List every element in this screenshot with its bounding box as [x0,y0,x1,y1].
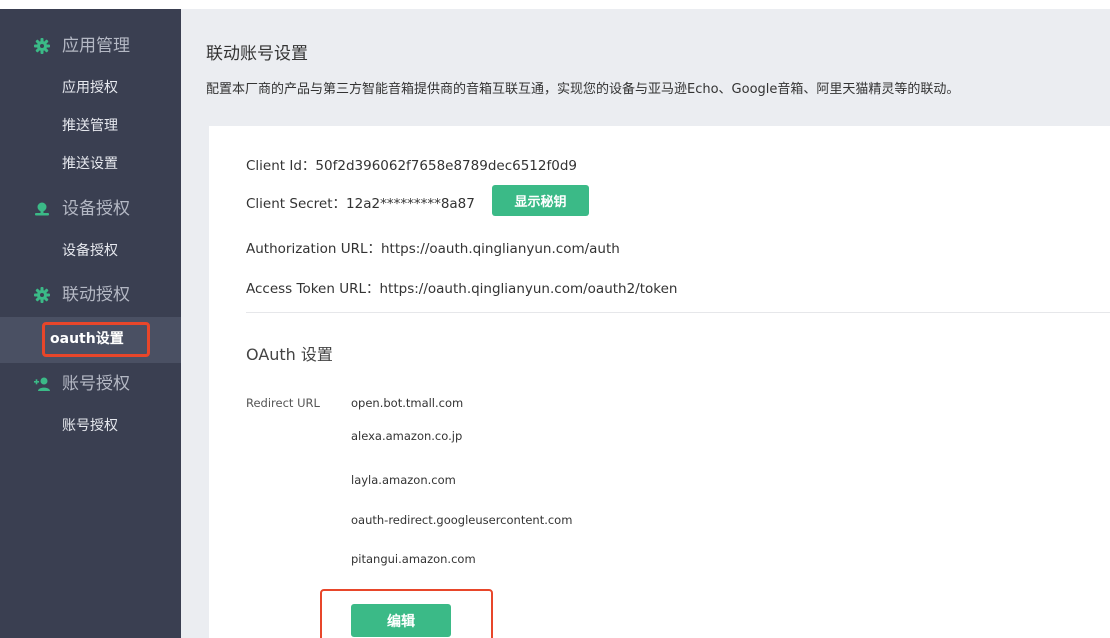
redirect-url-item: alexa.amazon.co.jp [351,429,463,443]
sidebar-group-label: 账号授权 [62,374,130,394]
redirect-url-label: Redirect URL [246,396,320,410]
client-secret-text: Client Secret：12a2*********8a87 [246,196,475,212]
sidebar-group-label: 联动授权 [62,285,130,305]
sidebar-item-device-auth[interactable]: 设备授权 [0,232,181,270]
sidebar-item-label: 推送设置 [62,156,118,172]
sidebar-group-account-auth[interactable]: 账号授权 [0,364,181,404]
sidebar-group-device-auth[interactable]: 设备授权 [0,189,181,229]
user-add-icon [34,377,50,391]
oauth-section-title: OAuth 设置 [246,345,333,364]
page-title: 联动账号设置 [206,44,308,64]
sidebar-item-account-auth[interactable]: 账号授权 [0,407,181,445]
sidebar-group-linkage-auth[interactable]: 联动授权 [0,275,181,315]
authorization-url-text: Authorization URL：https://oauth.qinglian… [246,241,620,257]
main-content: 联动账号设置 配置本厂商的产品与第三方智能音箱提供商的音箱互联互通，实现您的设备… [181,9,1110,638]
redirect-url-item: pitangui.amazon.com [351,552,476,566]
gear-icon [34,287,50,303]
device-icon [35,202,49,216]
settings-panel: Client Id：50f2d396062f7658e8789dec6512f0… [209,126,1110,638]
sidebar-item-push-management[interactable]: 推送管理 [0,107,181,145]
sidebar-item-label: 推送管理 [62,118,118,134]
redirect-url-item: layla.amazon.com [351,473,456,487]
sidebar-item-label: 设备授权 [62,243,118,259]
sidebar-item-push-settings[interactable]: 推送设置 [0,145,181,183]
sidebar-item-label: 应用授权 [62,80,118,96]
sidebar-group-label: 设备授权 [62,199,130,219]
top-strip [0,0,1110,9]
redirect-url-item: open.bot.tmall.com [351,396,464,410]
page-description: 配置本厂商的产品与第三方智能音箱提供商的音箱互联互通，实现您的设备与亚马逊Ech… [206,82,960,97]
sidebar-group-label: 应用管理 [62,36,130,56]
sidebar-item-app-auth[interactable]: 应用授权 [0,69,181,107]
client-id-text: Client Id：50f2d396062f7658e8789dec6512f0… [246,158,577,174]
sidebar-item-oauth-settings[interactable]: oauth设置 [0,317,181,363]
sidebar-item-label: 账号授权 [62,418,118,434]
sidebar: 应用管理 应用授权 推送管理 推送设置 设备授权 设备授权 联动授权 oauth… [0,9,181,638]
access-token-url-text: Access Token URL：https://oauth.qingliany… [246,281,678,297]
sidebar-item-label: oauth设置 [50,331,124,347]
show-secret-button[interactable]: 显示秘钥 [492,185,589,216]
edit-button[interactable]: 编辑 [351,604,451,637]
redirect-url-item: oauth-redirect.googleusercontent.com [351,513,573,527]
divider [246,312,1110,313]
gear-icon [34,38,50,54]
sidebar-group-app-management[interactable]: 应用管理 [0,26,181,66]
